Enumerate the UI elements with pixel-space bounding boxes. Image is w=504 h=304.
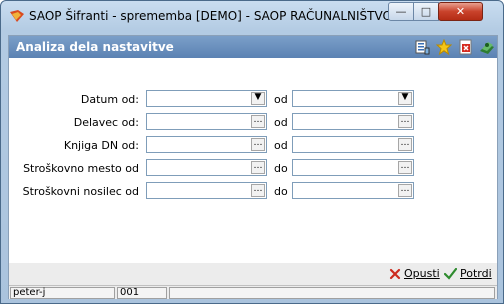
- cancel-label: Opusti: [404, 267, 440, 280]
- dialog-client-area: Analiza dela nastavitve Datum od: ▼ od ▼…: [8, 35, 498, 299]
- delavec-od-field[interactable]: …: [146, 113, 267, 130]
- sep-od: od: [274, 139, 288, 152]
- stroskovno-mesto-od-field[interactable]: …: [146, 159, 267, 176]
- status-user: peter-j: [10, 287, 115, 299]
- browse-ellipsis-icon[interactable]: …: [251, 161, 265, 174]
- window-title: SAOP Šifranti - sprememba [DEMO] - SAOP …: [29, 9, 392, 23]
- title-bar[interactable]: SAOP Šifranti - sprememba [DEMO] - SAOP …: [1, 1, 503, 31]
- checkmark-icon: [444, 267, 457, 280]
- browse-ellipsis-icon[interactable]: …: [251, 184, 265, 197]
- cancel-x-icon: [389, 268, 401, 279]
- browse-ellipsis-icon[interactable]: …: [398, 161, 412, 174]
- confirm-button[interactable]: Potrdi: [444, 267, 492, 280]
- label-knjiga-dn-od: Knjiga DN od:: [63, 139, 139, 152]
- stroskovno-mesto-do-field[interactable]: …: [292, 159, 414, 176]
- label-stroskovno-mesto-od: Stroškovno mesto od: [23, 162, 139, 175]
- sep-do: do: [274, 185, 288, 198]
- knjiga-dn-do-field[interactable]: …: [292, 136, 414, 153]
- datum-od-dropdown[interactable]: ▼: [146, 90, 267, 107]
- sep-do: do: [274, 162, 288, 175]
- sep-od: od: [274, 93, 288, 106]
- chevron-down-icon[interactable]: ▼: [398, 92, 412, 105]
- application-window: SAOP Šifranti - sprememba [DEMO] - SAOP …: [0, 0, 504, 304]
- browse-ellipsis-icon[interactable]: …: [398, 115, 412, 128]
- status-empty-cell: [169, 287, 495, 299]
- label-datum-od: Datum od:: [80, 93, 139, 106]
- favorite-star-icon[interactable]: [436, 39, 452, 55]
- browse-ellipsis-icon[interactable]: …: [398, 184, 412, 197]
- cancel-button[interactable]: Opusti: [389, 267, 440, 280]
- pdf-export-icon[interactable]: [458, 39, 474, 55]
- properties-icon[interactable]: [414, 39, 430, 55]
- panel-header: Analiza dela nastavitve: [9, 36, 497, 58]
- sep-od: od: [274, 116, 288, 129]
- knjiga-dn-od-field[interactable]: …: [146, 136, 267, 153]
- maximize-icon: □: [420, 5, 432, 18]
- status-code: 001: [117, 287, 167, 299]
- chevron-down-icon[interactable]: ▼: [251, 92, 265, 105]
- stroskovni-nosilec-do-field[interactable]: …: [292, 182, 414, 199]
- status-bar: peter-j 001: [9, 285, 497, 299]
- stroskovni-nosilec-od-field[interactable]: …: [146, 182, 267, 199]
- browse-ellipsis-icon[interactable]: …: [251, 138, 265, 151]
- panel-title: Analiza dela nastavitve: [16, 40, 174, 54]
- minimize-button[interactable]: —: [388, 2, 414, 21]
- maximize-button[interactable]: □: [413, 2, 439, 21]
- label-stroskovni-nosilec-od: Stroškovni nosilec od: [22, 185, 139, 198]
- browse-ellipsis-icon[interactable]: …: [398, 138, 412, 151]
- confirm-label: Potrdi: [460, 267, 492, 280]
- browse-ellipsis-icon[interactable]: …: [251, 115, 265, 128]
- help-book-icon[interactable]: [479, 39, 495, 55]
- label-delavec-od: Delavec od:: [73, 116, 139, 129]
- delavec-do-field[interactable]: …: [292, 113, 414, 130]
- button-bar: Opusti Potrdi: [9, 263, 497, 285]
- close-button[interactable]: ✕: [438, 2, 483, 21]
- saop-app-icon: [10, 10, 24, 22]
- form-area: Datum od: ▼ od ▼ Delavec od: … od … Knji…: [9, 58, 497, 263]
- close-icon: ✕: [455, 5, 466, 18]
- datum-do-dropdown[interactable]: ▼: [292, 90, 414, 107]
- minimize-icon: —: [395, 5, 407, 18]
